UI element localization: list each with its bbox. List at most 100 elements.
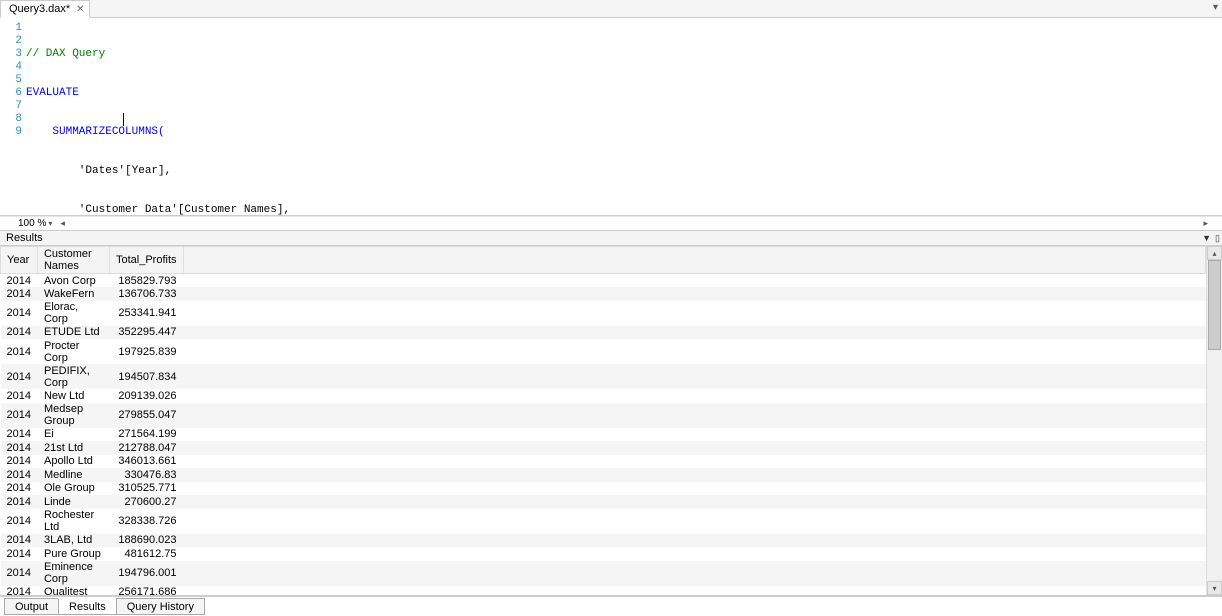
table-row[interactable]: 2014Procter Corp197925.839 [1, 339, 1206, 364]
panel-dropdown-icon[interactable]: ▼ [1202, 233, 1211, 244]
cell-customer: Ei [37, 428, 109, 442]
table-row[interactable]: 2014Qualitest256171.686 [1, 586, 1206, 596]
hscroll-left-icon[interactable]: ◂ [60, 218, 65, 229]
results-grid[interactable]: Year Customer Names Total_Profits 2014Av… [0, 246, 1206, 595]
tab-query-history[interactable]: Query History [116, 598, 205, 615]
file-tab[interactable]: Query3.dax* ✕ [0, 0, 90, 18]
cell-spacer [183, 468, 1205, 482]
tab-menu-icon[interactable]: ▾ [1213, 2, 1218, 13]
cell-spacer [183, 482, 1205, 496]
table-row[interactable]: 2014Ole Group310525.771 [1, 482, 1206, 496]
col-header-year[interactable]: Year [1, 247, 38, 274]
cell-profit: 212788.047 [109, 441, 183, 455]
cell-customer: WakeFern [37, 287, 109, 301]
cell-profit: 481612.75 [109, 547, 183, 561]
table-row[interactable]: 2014New Ltd209139.026 [1, 389, 1206, 403]
cell-customer: Qualitest [37, 586, 109, 596]
cell-profit: 271564.199 [109, 428, 183, 442]
cell-year: 2014 [1, 274, 38, 288]
tab-output[interactable]: Output [4, 598, 59, 615]
cell-spacer [183, 428, 1205, 442]
cell-year: 2014 [1, 287, 38, 301]
cell-spacer [183, 534, 1205, 548]
col-header-profit[interactable]: Total_Profits [109, 247, 183, 274]
bottom-tab-bar: Output Results Query History [0, 596, 1222, 616]
cell-spacer [183, 326, 1205, 340]
table-row[interactable]: 2014Medsep Group279855.047 [1, 403, 1206, 428]
cell-year: 2014 [1, 455, 38, 469]
cell-year: 2014 [1, 547, 38, 561]
table-row[interactable]: 2014Elorac, Corp253341.941 [1, 301, 1206, 326]
table-row[interactable]: 2014WakeFern136706.733 [1, 287, 1206, 301]
col-header-customer[interactable]: Customer Names [37, 247, 109, 274]
cell-spacer [183, 274, 1205, 288]
cell-year: 2014 [1, 364, 38, 389]
cell-profit: 346013.661 [109, 455, 183, 469]
table-row[interactable]: 2014Apollo Ltd346013.661 [1, 455, 1206, 469]
table-row[interactable]: 2014Linde270600.27 [1, 495, 1206, 509]
col-header-spacer [183, 247, 1205, 274]
cell-profit: 194796.001 [109, 561, 183, 586]
cell-spacer [183, 339, 1205, 364]
cell-year: 2014 [1, 301, 38, 326]
line-gutter: 1 2 3 4 5 6 7 8 9 [0, 18, 26, 215]
cell-customer: Eminence Corp [37, 561, 109, 586]
code-indent [26, 126, 52, 138]
cell-customer: Avon Corp [37, 274, 109, 288]
text-cursor [123, 113, 124, 126]
scroll-up-icon[interactable]: ▴ [1207, 246, 1222, 260]
table-row[interactable]: 2014Avon Corp185829.793 [1, 274, 1206, 288]
line-number: 8 [0, 113, 22, 126]
table-row[interactable]: 2014Rochester Ltd328338.726 [1, 509, 1206, 534]
cell-spacer [183, 441, 1205, 455]
cell-customer: Rochester Ltd [37, 509, 109, 534]
panel-pin-icon[interactable]: ▯ [1215, 233, 1220, 244]
file-tab-label: Query3.dax* [9, 3, 70, 15]
table-row[interactable]: 2014ETUDE Ltd352295.447 [1, 326, 1206, 340]
table-row[interactable]: 2014Pure Group481612.75 [1, 547, 1206, 561]
code-keyword: EVALUATE [26, 87, 79, 99]
cell-year: 2014 [1, 561, 38, 586]
zoom-level[interactable]: 100 % [18, 218, 52, 229]
table-row[interactable]: 2014Ei271564.199 [1, 428, 1206, 442]
cell-customer: Ole Group [37, 482, 109, 496]
code-content[interactable]: // DAX Query EVALUATE SUMMARIZECOLUMNS( … [26, 18, 1222, 215]
scroll-thumb[interactable] [1208, 260, 1221, 350]
line-number: 2 [0, 35, 22, 48]
table-row[interactable]: 20143LAB, Ltd188690.023 [1, 534, 1206, 548]
cell-year: 2014 [1, 339, 38, 364]
cell-customer: Medline [37, 468, 109, 482]
cell-spacer [183, 389, 1205, 403]
table-row[interactable]: 2014Eminence Corp194796.001 [1, 561, 1206, 586]
cell-year: 2014 [1, 495, 38, 509]
table-row[interactable]: 2014PEDIFIX, Corp194507.834 [1, 364, 1206, 389]
cell-customer: 21st Ltd [37, 441, 109, 455]
code-col: 'Customer Data'[Customer Names], [26, 204, 290, 216]
cell-customer: Elorac, Corp [37, 301, 109, 326]
close-icon[interactable]: ✕ [76, 4, 84, 15]
code-func: SUMMARIZECOLUMNS( [52, 126, 164, 138]
cell-customer: Pure Group [37, 547, 109, 561]
cell-year: 2014 [1, 468, 38, 482]
line-number: 6 [0, 87, 22, 100]
cell-customer: Procter Corp [37, 339, 109, 364]
code-col: 'Dates'[Year], [26, 165, 171, 177]
hscroll-right-icon[interactable]: ▸ [1203, 218, 1208, 229]
vertical-scrollbar[interactable]: ▴ ▾ [1206, 246, 1222, 595]
cell-profit: 194507.834 [109, 364, 183, 389]
cell-spacer [183, 287, 1205, 301]
cell-profit: 197925.839 [109, 339, 183, 364]
cell-profit: 256171.686 [109, 586, 183, 596]
cell-customer: New Ltd [37, 389, 109, 403]
tab-results[interactable]: Results [58, 598, 117, 615]
cell-year: 2014 [1, 534, 38, 548]
cell-profit: 352295.447 [109, 326, 183, 340]
results-table[interactable]: Year Customer Names Total_Profits 2014Av… [0, 246, 1206, 595]
cell-profit: 136706.733 [109, 287, 183, 301]
code-editor[interactable]: 1 2 3 4 5 6 7 8 9 // DAX Query EVALUATE … [0, 18, 1222, 216]
cell-profit: 270600.27 [109, 495, 183, 509]
table-row[interactable]: 2014Medline330476.83 [1, 468, 1206, 482]
cell-year: 2014 [1, 482, 38, 496]
table-row[interactable]: 201421st Ltd212788.047 [1, 441, 1206, 455]
scroll-down-icon[interactable]: ▾ [1207, 581, 1222, 595]
